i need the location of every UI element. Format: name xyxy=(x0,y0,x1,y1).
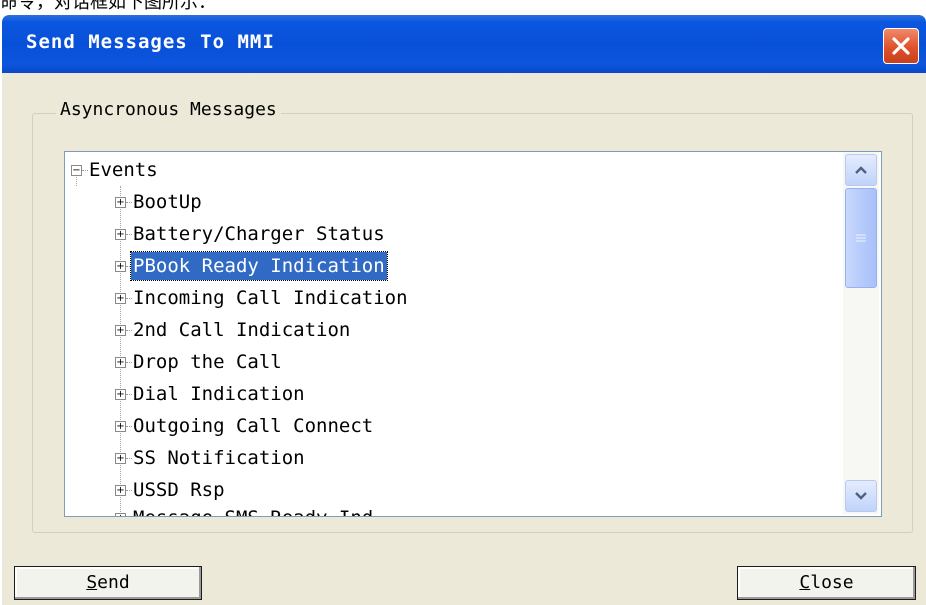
send-label-rest: end xyxy=(97,572,130,593)
chevron-down-icon xyxy=(855,492,867,500)
send-accel: S xyxy=(86,572,98,593)
tree-item-label: Message SMS Ready Ind xyxy=(131,504,375,516)
tree-item-label: Battery/Charger Status xyxy=(133,223,385,245)
tree-item-battery-charger-status[interactable]: + Battery/Charger Status xyxy=(65,220,765,248)
close-button[interactable]: Close xyxy=(737,566,916,600)
tree-item-label: Dial Indication xyxy=(133,383,305,405)
context-text: 命令，对话框如下图所示： xyxy=(0,0,216,13)
dialog-client-area: Asyncronous Messages − Events + BootUp +… xyxy=(6,73,920,605)
tree-item-2nd-call-indication[interactable]: + 2nd Call Indication xyxy=(65,316,765,344)
tree-item-label: Outgoing Call Connect xyxy=(133,415,374,437)
title-bar[interactable]: Send Messages To MMI xyxy=(2,15,926,73)
expand-icon[interactable]: + xyxy=(115,513,126,516)
send-button[interactable]: Send xyxy=(14,566,202,600)
tree-item-label: Drop the Call xyxy=(133,351,282,373)
close-window-button[interactable] xyxy=(883,28,919,64)
expand-icon[interactable]: + xyxy=(115,197,126,208)
tree-item-pbook-ready-indication[interactable]: + PBook Ready Indication xyxy=(65,251,765,281)
tree-item-ss-notification[interactable]: + SS Notification xyxy=(65,444,765,472)
expand-icon[interactable]: + xyxy=(115,293,126,304)
expand-icon[interactable]: + xyxy=(115,389,126,400)
scroll-down-button[interactable] xyxy=(845,480,877,512)
tree-item-label: PBook Ready Indication xyxy=(130,251,388,281)
tree-item-dial-indication[interactable]: + Dial Indication xyxy=(65,380,765,408)
close-icon xyxy=(892,37,910,55)
tree-scrollbar[interactable] xyxy=(843,152,879,514)
tree-item-label: USSD Rsp xyxy=(133,479,225,501)
expand-icon[interactable]: + xyxy=(115,261,126,272)
expand-icon[interactable]: + xyxy=(115,421,126,432)
tree-item-label: Incoming Call Indication xyxy=(133,287,408,309)
dialog-window: Send Messages To MMI Asyncronous Message… xyxy=(2,15,926,605)
tree-item-partial[interactable]: + Message SMS Ready Ind xyxy=(65,504,765,516)
tree-root-events[interactable]: − Events xyxy=(65,156,765,184)
tree-item-incoming-call-indication[interactable]: + Incoming Call Indication xyxy=(65,284,765,312)
tree-item-label: SS Notification xyxy=(133,447,305,469)
close-label-rest: lose xyxy=(810,572,854,593)
tree-item-drop-the-call[interactable]: + Drop the Call xyxy=(65,348,765,376)
events-tree-view[interactable]: − Events + BootUp + Battery/Charger Stat… xyxy=(64,151,882,517)
expand-icon[interactable]: + xyxy=(115,325,126,336)
tree-item-ussd-rsp[interactable]: + USSD Rsp xyxy=(65,476,765,504)
expand-icon[interactable]: + xyxy=(115,485,126,496)
close-accel: C xyxy=(799,572,811,593)
grip-icon xyxy=(856,234,866,242)
group-label: Asyncronous Messages xyxy=(56,99,281,120)
scroll-up-button[interactable] xyxy=(845,154,877,186)
tree-item-label: BootUp xyxy=(133,191,202,213)
chevron-up-icon xyxy=(855,166,867,174)
tree-root-label: Events xyxy=(89,159,158,181)
tree-item-label: 2nd Call Indication xyxy=(133,319,351,341)
scroll-thumb[interactable] xyxy=(845,188,877,288)
tree-item-outgoing-call-connect[interactable]: + Outgoing Call Connect xyxy=(65,412,765,440)
window-title: Send Messages To MMI xyxy=(26,31,275,53)
expand-icon[interactable]: + xyxy=(115,229,126,240)
tree-item-bootup[interactable]: + BootUp xyxy=(65,188,765,216)
expand-icon[interactable]: + xyxy=(115,357,126,368)
expand-icon[interactable]: + xyxy=(115,453,126,464)
collapse-icon[interactable]: − xyxy=(71,165,82,176)
